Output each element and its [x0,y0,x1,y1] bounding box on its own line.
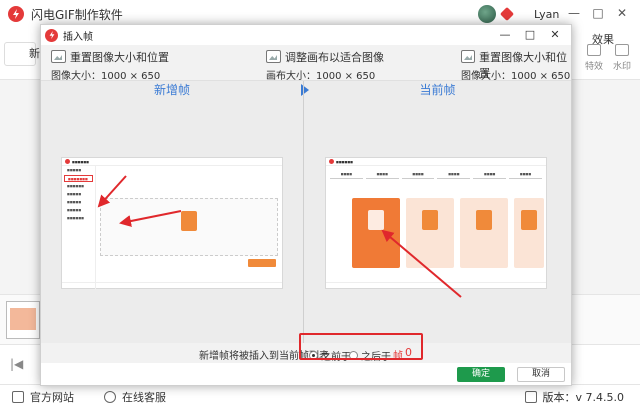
preview-card [460,198,508,268]
website-icon [12,390,24,403]
preview-card [514,198,544,268]
image-icon [461,50,476,63]
canvas-size: 画布大小：1000 × 650 [266,71,376,82]
image-icon [51,50,66,63]
new-frame-title: 新增帧 [153,83,190,97]
dialog-title: 插入帧 [63,31,93,43]
effects-tool[interactable]: 特效 [582,44,606,72]
app-title: 闪电GIF制作软件 [31,7,123,22]
watermark-tool-label: 水印 [612,62,631,72]
option-label: 重置图像大小和位置 [70,51,169,64]
dialog-close-button[interactable]: ✕ [548,28,562,41]
skip-back-icon[interactable]: |◀ [10,357,23,371]
preview-drop-zone [100,198,278,256]
frame-thumbnail[interactable] [6,301,40,339]
dialog-maximize-button[interactable]: □ [523,28,537,41]
image-icon [266,50,281,63]
document-icon [181,211,197,231]
dialog-minimize-button[interactable]: — [498,28,512,41]
user-area[interactable]: Lyan [478,5,559,23]
close-button[interactable]: ✕ [614,6,630,20]
version-label: 版本：v 7.4.5.0 [542,390,625,404]
insert-frame-dialog: 插入帧 — □ ✕ 重置图像大小和位置 图像大小：1000 × 650 调整画布… [40,24,572,386]
effects-icon [587,44,601,56]
image-size-right: 图像大小：1000 × 650 [461,71,571,82]
image-size-left: 图像大小：1000 × 650 [51,71,161,82]
preview-tabs: ■■■■ ■■■■ ■■■■ ■■■■ ■■■■ ■■■■ [330,172,542,182]
effects-tool-label: 特效 [584,62,603,72]
preview-panels: 新增帧 当前帧 ■■■■■■ ■■■■■ ■■■■■■■ ■■■■■■ ■■■■… [41,81,571,343]
status-bar: 官方网站 在线客服 版本：v 7.4.5.0 [0,384,640,408]
maximize-button[interactable]: □ [590,6,606,20]
new-frame-preview: ■■■■■■ ■■■■■ ■■■■■■■ ■■■■■■ ■■■■■ ■■■■■ … [61,157,283,290]
option-label: 调整画布以适合图像 [285,51,384,64]
current-frame-preview: ■■■■■■ ■■■■ ■■■■ ■■■■ ■■■■ ■■■■ ■■■■ [325,157,547,289]
preview-sidebar: ■■■■■ ■■■■■■■ ■■■■■■ ■■■■■ ■■■■■ ■■■■■ ■… [62,166,96,290]
avatar[interactable] [478,5,496,23]
new-button[interactable]: 新 [4,42,40,66]
support-icon [104,390,116,403]
watermark-tool[interactable]: 水印 [610,44,634,72]
official-website-label: 官方网站 [30,390,74,404]
preview-card-active [352,198,400,268]
vip-icon [499,6,515,22]
fit-canvas-option[interactable]: 调整画布以适合图像 [266,49,384,65]
official-website-link[interactable]: 官方网站 [12,389,74,405]
annotation-highlight-box [299,333,423,360]
panel-divider [303,81,304,343]
options-bar: 重置图像大小和位置 图像大小：1000 × 650 调整画布以适合图像 画布大小… [41,45,571,82]
preview-card [406,198,454,268]
online-support-label: 在线客服 [122,390,166,404]
minimize-button[interactable]: — [566,6,582,20]
watermark-icon [615,44,629,56]
preview-content [98,168,280,288]
preview-start-button [248,259,276,267]
version-icon [524,390,537,403]
ok-button[interactable]: 确定 [457,367,505,382]
user-name[interactable]: Lyan [534,8,559,21]
dialog-logo-icon [45,28,58,42]
reset-image-option-left[interactable]: 重置图像大小和位置 [51,49,169,65]
dialog-titlebar: 插入帧 — □ ✕ [41,25,571,45]
current-frame-title: 当前帧 [419,83,456,97]
cancel-button[interactable]: 取消 [517,367,565,382]
version-info: 版本：v 7.4.5.0 [524,389,625,405]
online-support-link[interactable]: 在线客服 [104,389,166,405]
app-logo-icon [8,6,24,22]
